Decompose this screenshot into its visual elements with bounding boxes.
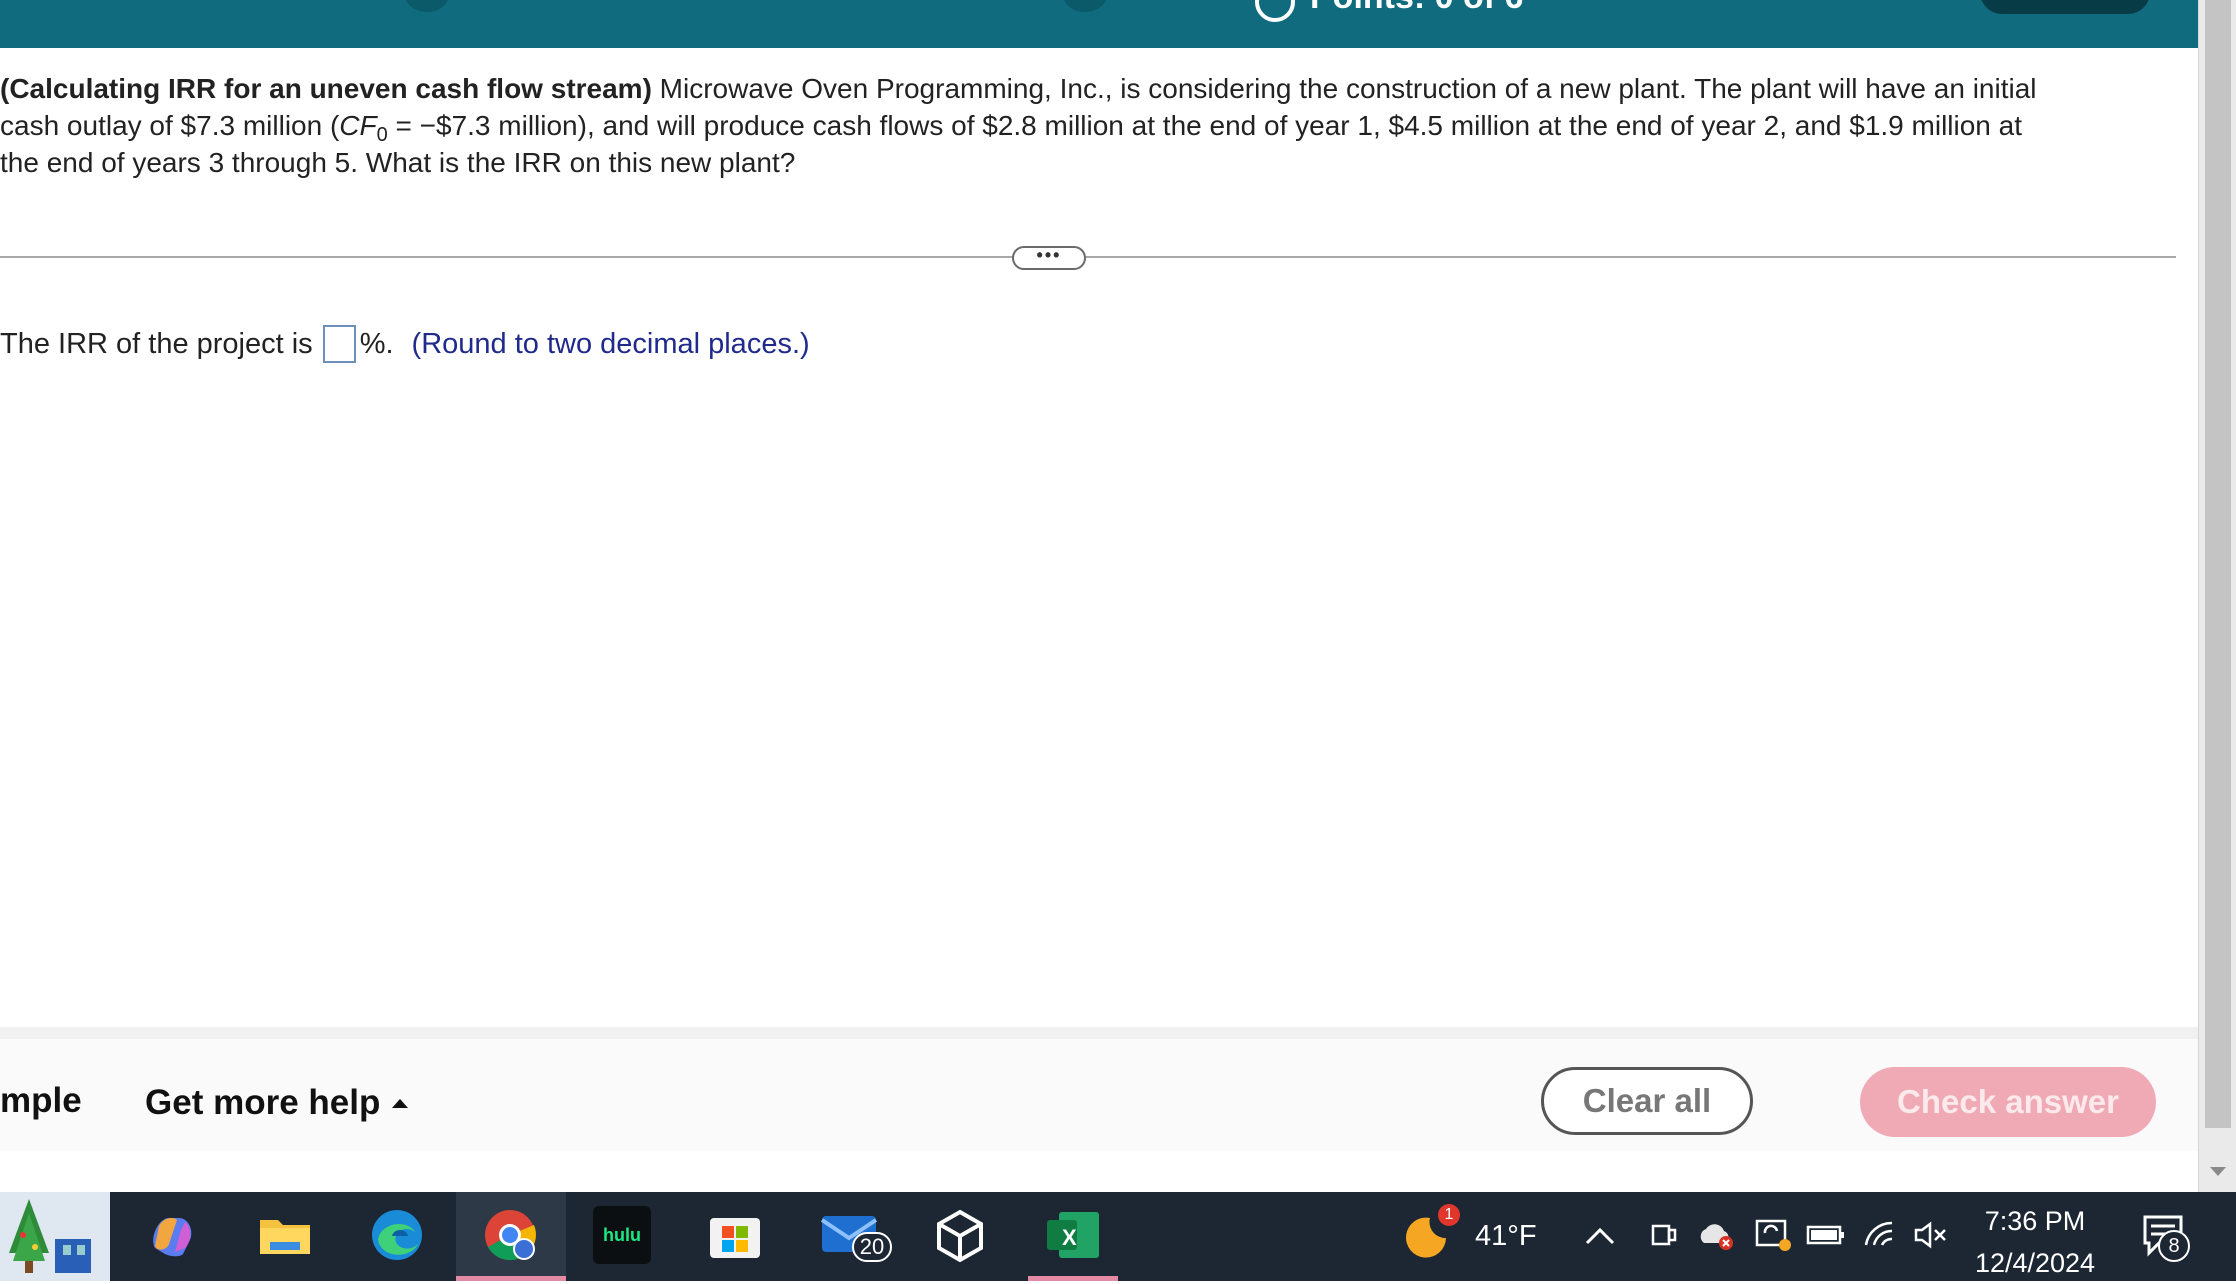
taskbar-clock[interactable]: 7:36 PM 12/4/2024 (1960, 1200, 2110, 1284)
header-nav-dot[interactable] (1063, 0, 1107, 12)
excel-active-indicator (1028, 1276, 1118, 1281)
chrome-active-indicator (456, 1276, 566, 1281)
help-footer: mple Get more help Clear all Check answe… (0, 1039, 2198, 1151)
irr-answer-input[interactable] (322, 325, 356, 363)
onedrive-error-icon[interactable] (1694, 1206, 1738, 1264)
cf-symbol: CF (339, 110, 377, 141)
vertical-scrollbar[interactable] (2198, 0, 2236, 1192)
chrome-browser-icon[interactable] (481, 1206, 539, 1264)
top-header-bar: Points: 0 of 6 (0, 0, 2198, 48)
header-nav-dot[interactable] (405, 0, 449, 12)
temperature-readout[interactable]: 41°F (1475, 1220, 1537, 1253)
question-text: (Calculating IRR for an uneven cash flow… (0, 70, 2150, 181)
file-explorer-icon[interactable] (256, 1206, 314, 1264)
view-example-link[interactable]: mple (0, 1081, 82, 1121)
points-progress-icon (1255, 0, 1295, 22)
answer-line: The IRR of the project is %. (Round to t… (0, 325, 810, 363)
microsoft-store-icon[interactable] (706, 1206, 764, 1264)
notification-count-badge: 8 (2158, 1230, 2190, 1262)
meet-camera-icon[interactable] (1646, 1206, 1682, 1264)
hulu-label: hulu (603, 1224, 641, 1245)
question-line2-a: cash outlay of $7.3 million ( (0, 110, 340, 141)
question-line1: Microwave Oven Programming, Inc., is con… (651, 73, 2037, 104)
header-action-button[interactable] (1980, 0, 2150, 14)
edge-browser-icon[interactable] (368, 1206, 426, 1264)
show-hidden-icons-chevron-icon[interactable] (1582, 1206, 1618, 1264)
clock-date: 12/4/2024 (1974, 1248, 2096, 1278)
points-label: Points: 0 of 6 (1310, 0, 1523, 17)
notification-center-icon[interactable]: 8 (2134, 1206, 2192, 1264)
check-answer-button[interactable]: Check answer (1860, 1067, 2156, 1137)
get-more-help-label: Get more help (145, 1083, 381, 1122)
volume-muted-icon[interactable] (1910, 1206, 1950, 1264)
section-divider (0, 256, 2176, 258)
answer-suffix: %. (359, 327, 394, 360)
scrollbar-thumb[interactable] (2205, 0, 2231, 1128)
battery-icon[interactable] (1804, 1206, 1848, 1264)
get-more-help-button[interactable]: Get more help (145, 1083, 409, 1123)
question-line3: the end of years 3 through 5. What is th… (0, 147, 796, 178)
excel-icon[interactable]: X (1044, 1206, 1102, 1264)
mail-unread-badge: 20 (852, 1232, 892, 1262)
update-sync-icon[interactable] (1751, 1206, 1795, 1264)
answer-prefix: The IRR of the project is (0, 327, 313, 360)
excel-label: X (1062, 1225, 1077, 1250)
clear-all-button[interactable]: Clear all (1541, 1067, 1753, 1135)
scroll-down-arrow-icon[interactable] (2210, 1167, 2226, 1176)
hulu-app-icon[interactable]: hulu (593, 1206, 651, 1264)
wifi-icon[interactable] (1860, 1206, 1900, 1264)
rounding-hint: (Round to two decimal places.) (411, 327, 810, 360)
weather-moon-icon[interactable]: 1 (1404, 1204, 1462, 1264)
footer-separator (0, 1027, 2198, 1039)
caret-up-icon (392, 1098, 409, 1108)
question-line2-b: = −$7.3 million), and will produce cash … (387, 110, 2023, 141)
taskbar: hulu 20 X 1 41°F 7:36 PM 12/4/2024 8 (0, 1192, 2236, 1281)
package-app-icon[interactable] (931, 1206, 989, 1264)
widgets-tree-icon[interactable] (0, 1192, 110, 1281)
copilot-icon[interactable] (143, 1206, 201, 1264)
cf-subscript: 0 (376, 124, 388, 146)
clock-time: 7:36 PM (1984, 1206, 2086, 1236)
expand-toggle-button[interactable]: ••• (1012, 246, 1086, 270)
weather-alert-badge: 1 (1438, 1204, 1460, 1226)
mail-icon[interactable]: 20 (818, 1206, 898, 1264)
question-title: (Calculating IRR for an uneven cash flow… (0, 73, 652, 104)
